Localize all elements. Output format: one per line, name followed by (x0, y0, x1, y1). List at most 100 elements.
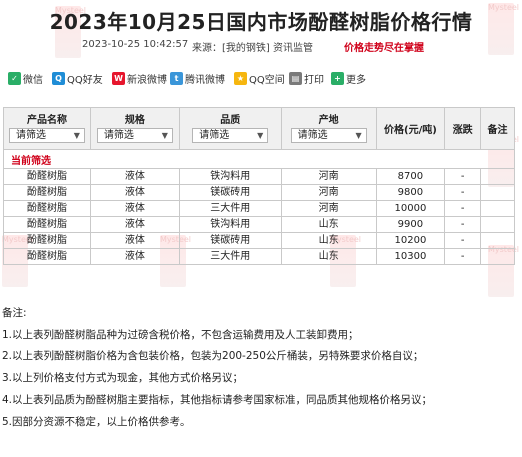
note-item: 3.以上列价格支付方式为现金，其他方式价格另议； (2, 372, 244, 385)
cell-change: - (444, 248, 482, 265)
cell-spec: 液体 (89, 232, 180, 249)
price-table: 产品名称 请筛选 ▼ 规格 请筛选 ▼ 品质 请筛选 ▼ 产地 请筛选 ▼ 价格(元/吨… (3, 107, 515, 265)
promo-link[interactable]: 价格走势尽在掌握 (344, 39, 424, 54)
cell-product: 酚醛树脂 (3, 168, 91, 185)
cell-spec: 液体 (89, 200, 180, 217)
print-icon: ▤ (289, 72, 302, 85)
header-remark: 备注 (480, 107, 515, 150)
share-label: 打印 (304, 75, 324, 86)
share-more[interactable]: + 更多 (331, 71, 366, 86)
notes-section: 备注: 1.以上表列酚醛树脂品种为过磅含税价格，不包含运输费用及人工装卸费用； … (2, 303, 518, 433)
cell-spec: 液体 (89, 248, 180, 265)
header-origin: 产地 请筛选 ▼ (280, 107, 377, 150)
material-filter-select[interactable]: 请筛选 ▼ (192, 128, 269, 143)
note-item: 4.以上表列品质为酚醛树脂主要指标，其他指标请参考国家标准，同品质其他规格价格另… (2, 393, 433, 406)
header-label: 产品名称 (26, 115, 67, 126)
cell-price: 10200 (375, 232, 446, 249)
product-filter-select[interactable]: 请筛选 ▼ (8, 128, 85, 143)
note-item: 1.以上表列酚醛树脂品种为过磅含税价格，不包含运输费用及人工装卸费用； (2, 328, 359, 341)
header-label: 品质 (220, 115, 241, 126)
cell-spec: 液体 (89, 216, 180, 233)
table-row: 酚醛树脂 液体 三大件用 河南 10000- (3, 200, 515, 217)
header-label: 产地 (318, 115, 339, 126)
source-link[interactable]: 来源：[我的钢铁] 资讯监管 (192, 39, 313, 54)
header-price: 价格(元/吨) (375, 107, 446, 150)
cell-price: 9900 (375, 216, 446, 233)
filter-placeholder: 请筛选 (297, 130, 328, 141)
share-tencent-weibo[interactable]: t 腾讯微博 (170, 71, 225, 86)
chevron-down-icon: ▼ (257, 131, 264, 140)
cell-change: - (444, 232, 482, 249)
table-row: 酚醛树脂 液体 三大件用 山东 10300- (3, 248, 515, 265)
table-row: 酚醛树脂 液体 镁碳砖用 河南 9800- (3, 184, 515, 201)
cell-change: - (444, 168, 482, 185)
cell-origin: 山东 (280, 216, 377, 233)
wechat-icon: ✓ (8, 72, 21, 85)
cell-origin: 河南 (280, 168, 377, 185)
header-label: 规格 (124, 115, 145, 126)
origin-filter-select[interactable]: 请筛选 ▼ (290, 128, 367, 143)
more-icon: + (331, 72, 344, 85)
cell-spec: 液体 (89, 168, 180, 185)
cell-price: 8700 (375, 168, 446, 185)
chevron-down-icon: ▼ (355, 131, 362, 140)
cell-origin: 山东 (280, 232, 377, 249)
cell-product: 酚醛树脂 (3, 248, 91, 265)
cell-origin: 河南 (280, 200, 377, 217)
cell-change: - (444, 184, 482, 201)
note-item: 5.因部分资源不稳定，以上价格供参考。 (2, 415, 191, 428)
share-label: 新浪微博 (127, 75, 167, 86)
cell-price: 10300 (375, 248, 446, 265)
header-material: 品质 请筛选 ▼ (178, 107, 282, 150)
spec-filter-select[interactable]: 请筛选 ▼ (96, 128, 173, 143)
share-label: 腾讯微博 (185, 75, 225, 86)
cell-change: - (444, 216, 482, 233)
note-item: 2.以上表列酚醛树脂价格为含包装价格，包装为200-250公斤桶装，另特殊要求价… (2, 350, 424, 363)
cell-price: 10000 (375, 200, 446, 217)
table-header-row: 产品名称 请筛选 ▼ 规格 请筛选 ▼ 品质 请筛选 ▼ 产地 请筛选 ▼ 价格(元/吨… (3, 107, 515, 150)
filter-placeholder: 请筛选 (103, 130, 134, 141)
header-spec: 规格 请筛选 ▼ (89, 107, 180, 150)
share-wechat[interactable]: ✓ 微信 (8, 71, 43, 86)
cell-origin: 河南 (280, 184, 377, 201)
cell-change: - (444, 200, 482, 217)
cell-material: 镁碳砖用 (178, 232, 282, 249)
share-qzone[interactable]: ★ QQ空间 (234, 71, 285, 86)
share-label: 更多 (346, 75, 366, 86)
weibo-icon: W (112, 72, 125, 85)
header-product: 产品名称 请筛选 ▼ (3, 107, 91, 150)
cell-remark (480, 232, 515, 249)
share-label: QQ好友 (67, 75, 103, 86)
tencent-weibo-icon: t (170, 72, 183, 85)
cell-remark (480, 200, 515, 217)
share-weibo[interactable]: W 新浪微博 (112, 71, 167, 86)
table-row: 酚醛树脂 液体 镁碳砖用 山东 10200- (3, 232, 515, 249)
table-row: 酚醛树脂 液体 铁沟料用 河南 8700- (3, 168, 515, 185)
cell-material: 镁碳砖用 (178, 184, 282, 201)
current-filter-label: 当前筛选 (3, 149, 515, 169)
cell-material: 铁沟料用 (178, 168, 282, 185)
share-label: 微信 (23, 75, 43, 86)
print-button[interactable]: ▤ 打印 (289, 71, 324, 86)
cell-product: 酚醛树脂 (3, 216, 91, 233)
qq-icon: Q (52, 72, 65, 85)
cell-spec: 液体 (89, 184, 180, 201)
cell-product: 酚醛树脂 (3, 200, 91, 217)
current-filter-row: 当前筛选 (3, 149, 515, 169)
notes-heading: 备注: (2, 307, 27, 319)
filter-placeholder: 请筛选 (15, 130, 46, 141)
cell-remark (480, 216, 515, 233)
share-qq[interactable]: Q QQ好友 (52, 71, 103, 86)
qzone-icon: ★ (234, 72, 247, 85)
cell-product: 酚醛树脂 (3, 184, 91, 201)
publish-date: 2023-10-25 10:42:57 (82, 39, 189, 50)
cell-material: 铁沟料用 (178, 216, 282, 233)
table-row: 酚醛树脂 液体 铁沟料用 山东 9900- (3, 216, 515, 233)
cell-remark (480, 248, 515, 265)
cell-product: 酚醛树脂 (3, 232, 91, 249)
cell-material: 三大件用 (178, 248, 282, 265)
cell-origin: 山东 (280, 248, 377, 265)
chevron-down-icon: ▼ (73, 131, 80, 140)
cell-material: 三大件用 (178, 200, 282, 217)
share-label: QQ空间 (249, 75, 285, 86)
